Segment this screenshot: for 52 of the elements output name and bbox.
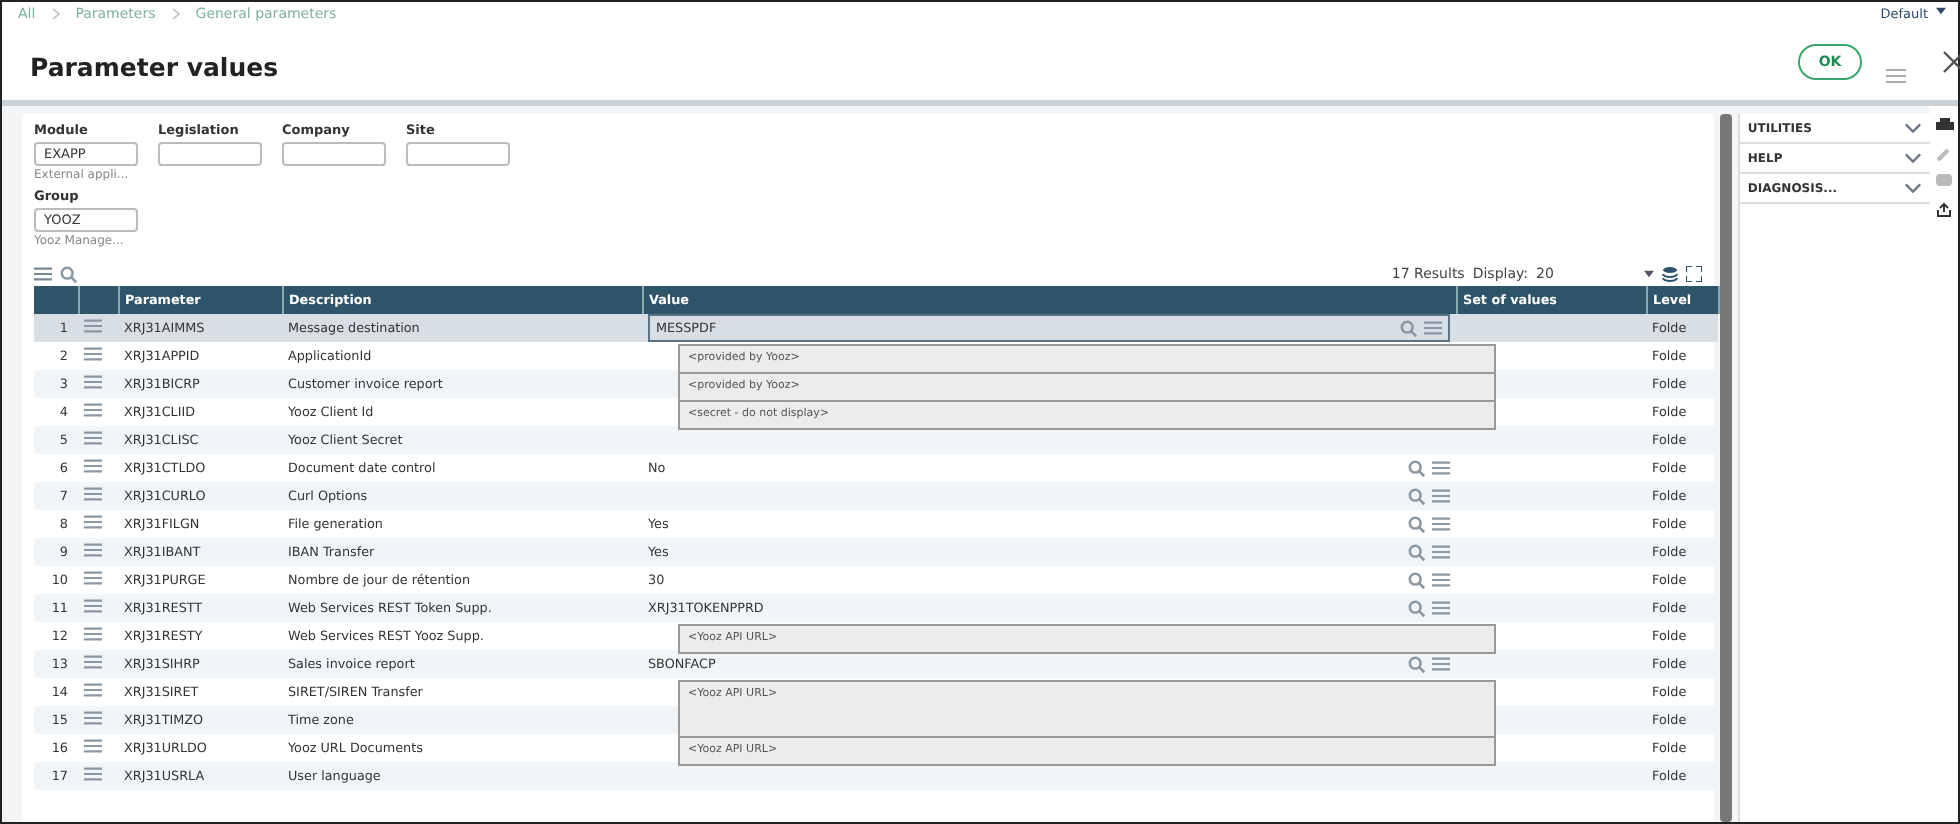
share-icon[interactable] (1936, 202, 1953, 218)
menu-icon[interactable] (1424, 319, 1442, 335)
chevron-icon (171, 7, 180, 19)
menu-icon[interactable] (1432, 543, 1450, 559)
menu-icon[interactable] (84, 346, 102, 362)
search-icon[interactable] (1408, 599, 1426, 617)
close-icon[interactable] (1942, 50, 1960, 74)
menu-icon[interactable] (84, 542, 102, 558)
page-title: Parameter values (30, 52, 279, 82)
menu-icon[interactable] (84, 514, 102, 530)
search-icon[interactable] (1408, 487, 1426, 505)
menu-icon[interactable] (1432, 599, 1450, 615)
menu-icon[interactable] (84, 598, 102, 614)
menu-icon[interactable] (1432, 655, 1450, 671)
search-icon[interactable] (1408, 459, 1426, 477)
menu-icon[interactable] (84, 626, 102, 642)
expand-icon[interactable] (1686, 266, 1702, 282)
printer-icon[interactable] (1935, 118, 1954, 134)
pencil-icon[interactable] (1936, 146, 1953, 162)
menu-icon[interactable] (84, 766, 102, 782)
menu-icon[interactable] (84, 374, 102, 390)
menu-icon[interactable] (84, 458, 102, 474)
input-field[interactable] (406, 142, 510, 166)
search-icon[interactable] (1408, 515, 1426, 533)
menu-icon[interactable] (1432, 459, 1450, 475)
menu-icon[interactable] (84, 486, 102, 502)
search-icon[interactable] (1408, 655, 1426, 673)
menu-icon[interactable] (84, 654, 102, 670)
menu-icon[interactable] (1886, 68, 1906, 84)
menu-icon[interactable] (84, 710, 102, 726)
menu-icon[interactable] (84, 318, 102, 334)
search-icon[interactable] (1408, 543, 1426, 561)
menu-icon[interactable] (34, 266, 52, 282)
search-icon[interactable] (1400, 319, 1418, 337)
menu-icon[interactable] (1432, 515, 1450, 531)
input-field[interactable] (282, 142, 386, 166)
input-field[interactable] (158, 142, 262, 166)
menu-icon[interactable] (1432, 487, 1450, 503)
menu-icon[interactable] (1432, 571, 1450, 587)
menu-icon[interactable] (84, 738, 102, 754)
chevron-icon (51, 7, 60, 19)
search-icon[interactable] (60, 265, 78, 283)
menu-icon[interactable] (84, 570, 102, 586)
menu-icon[interactable] (84, 682, 102, 698)
scrollbar[interactable] (1720, 114, 1732, 822)
caret-icon[interactable] (1644, 270, 1654, 278)
menu-icon[interactable] (84, 402, 102, 418)
caret-icon[interactable] (1936, 6, 1946, 16)
comment-icon[interactable] (1936, 174, 1953, 190)
search-icon[interactable] (1408, 571, 1426, 589)
menu-icon[interactable] (84, 430, 102, 446)
stack-icon[interactable] (1662, 266, 1678, 282)
